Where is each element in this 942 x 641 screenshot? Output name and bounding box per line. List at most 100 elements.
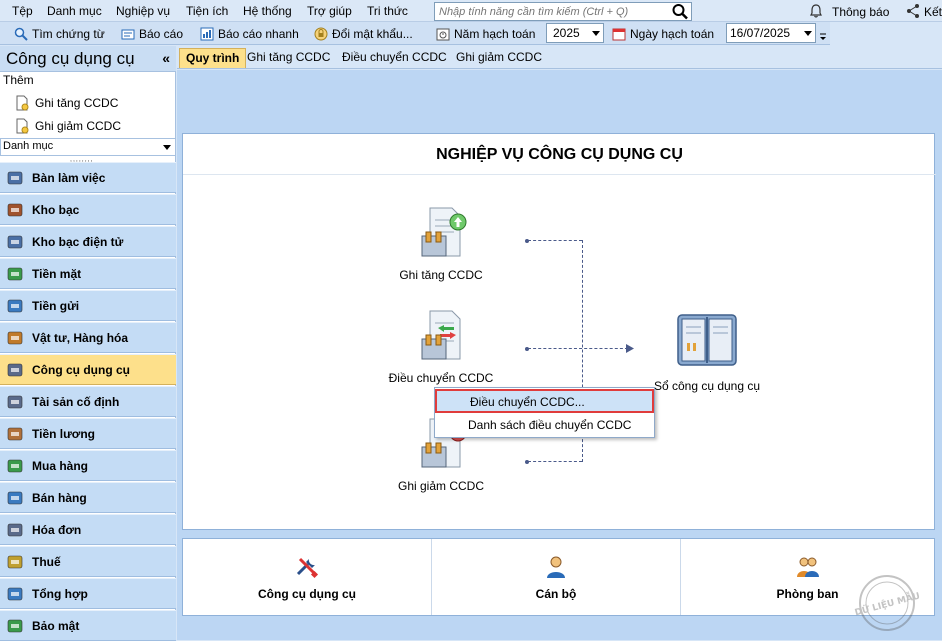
sidebar-item-3[interactable]: Tiền mặt — [0, 258, 176, 289]
sidebar-item-5[interactable]: Vật tư, Hàng hóa — [0, 322, 176, 353]
chevron-down-icon — [163, 145, 171, 150]
toolbar: Tìm chứng từ Báo cáo Báo cáo nhanh Đổi m… — [0, 22, 830, 45]
tab-increase-ccdc[interactable]: Ghi tăng CCDC — [241, 48, 336, 68]
flow-ledger-label: Sổ công cụ dụng cụ — [653, 379, 761, 393]
catalog-staff[interactable]: Cán bộ — [432, 539, 680, 615]
menu-bar: Tệp Danh mục Nghiệp vụ Tiện ích Hệ thống… — [0, 0, 942, 22]
bank-online-icon — [7, 235, 23, 248]
tools-icon — [296, 557, 319, 579]
summary-icon — [7, 587, 23, 600]
flow-transfer-ccdc[interactable]: Điều chuyển CCDC — [383, 309, 499, 385]
connector-line — [528, 240, 582, 241]
sidebar-item-13[interactable]: Tổng hợp — [0, 578, 176, 609]
catalog-tools[interactable]: Công cụ dụng cụ — [183, 539, 431, 615]
toolbar-overflow-icon[interactable] — [818, 30, 828, 42]
sidebar-item-10[interactable]: Bán hàng — [0, 482, 176, 513]
connector-line — [528, 461, 582, 462]
category-select[interactable]: Danh mục — [0, 138, 176, 156]
document-icon — [16, 118, 29, 134]
sidebar-item-label: Mua hàng — [32, 458, 88, 473]
chevron-down-icon — [804, 31, 812, 36]
sidebar-item-11[interactable]: Hóa đơn — [0, 514, 176, 545]
calendar-clock-icon — [436, 28, 450, 40]
sidebar-item-12[interactable]: Thuế — [0, 546, 176, 577]
sidebar-item-label: Bảo mật — [32, 618, 80, 633]
catalog-panel: Công cụ dụng cụ Cán bộ Phòng ban — [182, 538, 935, 616]
menu-system[interactable]: Hệ thống — [243, 4, 292, 18]
sidebar-item-label: Vật tư, Hàng hóa — [32, 330, 129, 345]
sidebar-item-1[interactable]: Kho bạc — [0, 194, 176, 225]
menu-categories[interactable]: Danh mục — [47, 4, 102, 18]
add-section-label: Thêm — [3, 73, 34, 87]
sidebar-item-label: Thuế — [32, 554, 61, 569]
tools-icon — [7, 363, 23, 376]
tab-strip: Quy trình Ghi tăng CCDC Điều chuyển CCDC… — [177, 46, 942, 69]
menu-file[interactable]: Tệp — [12, 4, 33, 18]
flow-increase-ccdc[interactable]: Ghi tăng CCDC — [393, 206, 489, 282]
sidebar-item-6[interactable]: Công cụ dụng cụ — [0, 354, 176, 385]
change-password-button[interactable]: Đổi mật khẩu... — [314, 25, 413, 42]
sidebar-item-9[interactable]: Mua hàng — [0, 450, 176, 481]
sales-icon — [7, 491, 23, 504]
search-input[interactable] — [435, 3, 665, 20]
main-area: NGHIỆP VỤ CÔNG CỤ DỤNG CỤ Ghi tăng CCDC — [177, 70, 942, 640]
process-title: NGHIỆP VỤ CÔNG CỤ DỤNG CỤ — [183, 134, 936, 175]
calendar-icon — [612, 28, 626, 40]
tab-process[interactable]: Quy trình — [179, 48, 247, 68]
flow-ccdc-ledger[interactable]: Sổ công cụ dụng cụ — [651, 309, 763, 393]
search-box — [434, 2, 692, 21]
sidebar-item-label: Tiền mặt — [32, 266, 82, 281]
menu-help[interactable]: Trợ giúp — [307, 4, 352, 18]
quick-increase-ccdc[interactable]: Ghi tăng CCDC — [14, 93, 118, 113]
sidebar-item-label: Kho bạc điện tử — [32, 234, 124, 249]
process-panel: NGHIỆP VỤ CÔNG CỤ DỤNG CỤ Ghi tăng CCDC — [182, 133, 936, 530]
posting-date-label: Ngày hạch toán — [612, 25, 714, 42]
flow-transfer-label: Điều chuyển CCDC — [388, 371, 494, 385]
sidebar-item-label: Tiền lương — [32, 426, 95, 441]
menu-item-transfer-list[interactable]: Danh sách điều chuyển CCDC — [435, 414, 654, 438]
network-icon[interactable] — [905, 3, 921, 19]
flow-decrease-label: Ghi giảm CCDC — [397, 479, 484, 493]
collapse-icon[interactable]: « — [162, 50, 170, 66]
sidebar-item-label: Tiền gửi — [32, 298, 80, 313]
cash-icon — [7, 267, 23, 280]
inventory-icon — [7, 331, 23, 344]
module-title: Công cụ dụng cụ — [6, 49, 135, 68]
people-icon — [796, 557, 819, 577]
flow-increase-label: Ghi tăng CCDC — [399, 268, 483, 282]
sidebar-item-label: Tài sản cố định — [32, 394, 120, 409]
tab-decrease-ccdc[interactable]: Ghi giảm CCDC — [450, 48, 548, 68]
report-button[interactable]: Báo cáo — [121, 25, 183, 42]
menu-knowledge[interactable]: Tri thức — [367, 4, 408, 18]
posting-date-picker[interactable]: 16/07/2025 — [726, 23, 816, 43]
bell-icon[interactable] — [808, 3, 824, 19]
sidebar-item-4[interactable]: Tiền gửi — [0, 290, 176, 321]
menu-utilities[interactable]: Tiện ích — [186, 4, 228, 18]
sample-data-stamp: DỮ LIỆU MẪU — [853, 575, 921, 631]
sidebar-item-14[interactable]: Bảo mật — [0, 610, 176, 641]
tax-icon — [7, 555, 23, 568]
sidebar-item-2[interactable]: Kho bạc điện tử — [0, 226, 176, 257]
report-icon — [121, 29, 135, 39]
quick-decrease-ccdc[interactable]: Ghi giảm CCDC — [14, 116, 121, 136]
connect-link[interactable]: Kết — [924, 5, 942, 19]
search-icon — [14, 27, 28, 41]
sidebar-item-label: Hóa đơn — [32, 522, 82, 537]
sidebar-item-0[interactable]: Bàn làm việc — [0, 162, 176, 193]
sidebar-item-label: Bán hàng — [32, 490, 87, 505]
connector-line — [528, 348, 628, 349]
sidebar-item-8[interactable]: Tiền lương — [0, 418, 176, 449]
menu-item-transfer-ccdc[interactable]: Điều chuyển CCDC... — [435, 389, 654, 413]
quick-report-button[interactable]: Báo cáo nhanh — [200, 25, 299, 42]
fiscal-year-select[interactable]: 2025 — [546, 23, 604, 43]
chevron-down-icon — [592, 31, 600, 36]
search-icon[interactable] — [671, 3, 689, 20]
menu-operations[interactable]: Nghiệp vụ — [116, 4, 170, 18]
tab-transfer-ccdc[interactable]: Điều chuyển CCDC — [336, 48, 453, 68]
notifications-link[interactable]: Thông báo — [832, 5, 889, 19]
find-voucher-button[interactable]: Tìm chứng từ — [14, 25, 105, 42]
sidebar-item-label: Công cụ dụng cụ — [32, 362, 130, 377]
deposit-icon — [7, 299, 23, 312]
salary-icon — [7, 427, 23, 440]
sidebar-item-7[interactable]: Tài sản cố định — [0, 386, 176, 417]
